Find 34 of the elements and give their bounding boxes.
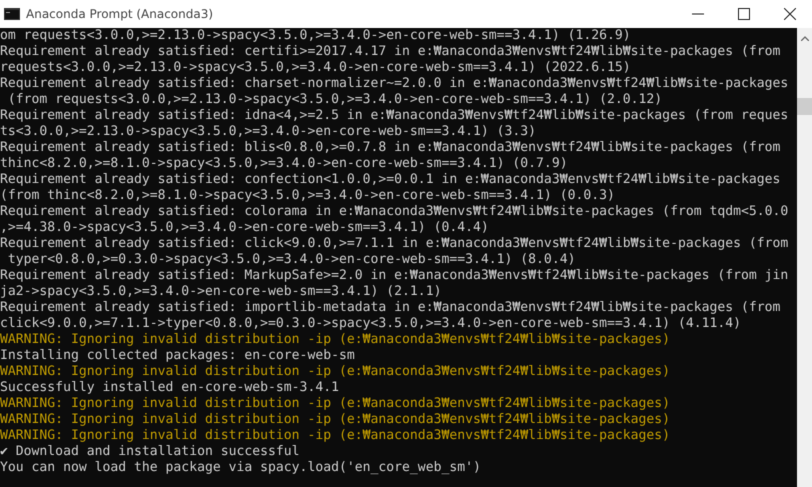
console-line: WARNING: Ignoring invalid distribution -ip (e:₩anaconda3₩envs₩tf24₩lib₩site-packages) <box>0 428 670 444</box>
console-line: typer<0.8.0,>=0.3.0->spacy<3.5.0,>=3.4.0->en-core-web-sm==3.4.1) (8.0.4) <box>6 252 576 268</box>
close-icon[interactable] <box>784 8 796 20</box>
console-line: ✔ Download and installation successful <box>0 444 300 460</box>
console-line: WARNING: Ignoring invalid distribution -ip (e:₩anaconda3₩envs₩tf24₩lib₩site-packages) <box>0 332 670 348</box>
console-line: thinc<8.2.0,>=8.1.0->spacy<3.5.0,>=3.4.0->en-core-web-sm==3.4.1) (0.7.9) <box>0 156 568 172</box>
console-line: click<9.0.0,>=7.1.1->typer<0.8.0,>=0.3.0->spacy<3.5.0,>=3.4.0->en-core-web-sm==3.4.1) (4.11.4) <box>0 316 742 332</box>
console-line: ,>=4.38.0->spacy<3.5.0,>=3.4.0->en-core-web-sm==3.4.1) (0.4.4) <box>0 220 489 236</box>
console-line: Requirement already satisfied: confection<1.0.0,>=0.0.1 in e:₩anaconda3₩envs₩tf24₩lib₩site-packages <box>0 172 780 188</box>
console-app-icon <box>4 8 20 20</box>
console-line: WARNING: Ignoring invalid distribution -ip (e:₩anaconda3₩envs₩tf24₩lib₩site-packages) <box>0 412 670 428</box>
console-line: Requirement already satisfied: certifi>=2017.4.17 in e:₩anaconda3₩envs₩tf24₩lib₩site-packages (from <box>0 44 780 60</box>
console-line: Requirement already satisfied: charset-normalizer~=2.0.0 in e:₩anaconda3₩envs₩tf24₩lib₩site-packages <box>0 76 788 92</box>
scroll-up-icon[interactable] <box>800 36 808 41</box>
console-line: (from requests<3.0.0,>=2.13.0->spacy<3.5.0,>=3.4.0->en-core-web-sm==3.4.1) (2.0.12) <box>6 92 662 108</box>
console-line: ja2->spacy<3.5.0,>=3.4.0->en-core-web-sm==3.4.1) (2.1.1) <box>0 284 442 300</box>
console-line: om requests<3.0.0,>=2.13.0->spacy<3.5.0,>=3.4.0->en-core-web-sm==3.4.1) (1.26.9) <box>0 28 631 44</box>
console-line: WARNING: Ignoring invalid distribution -ip (e:₩anaconda3₩envs₩tf24₩lib₩site-packages) <box>0 396 670 412</box>
console-line: Requirement already satisfied: importlib-metadata in e:₩anaconda3₩envs₩tf24₩lib₩site-packages (from <box>0 300 780 316</box>
console-line: Requirement already satisfied: blis<0.8.0,>=0.7.8 in e:₩anaconda3₩envs₩tf24₩lib₩site-packages (from <box>0 140 780 156</box>
console-line: (from thinc<8.2.0,>=8.1.0->spacy<3.5.0,>=3.4.0->en-core-web-sm==3.4.1) (0.0.3) <box>0 188 615 204</box>
console-line: Installing collected packages: en-core-web-sm <box>0 348 355 364</box>
maximize-icon[interactable] <box>738 8 750 20</box>
window-title: Anaconda Prompt (Anaconda3) <box>26 7 214 21</box>
console-line: Requirement already satisfied: MarkupSafe>=2.0 in e:₩anaconda3₩envs₩tf24₩lib₩site-packages (from jin <box>0 268 788 284</box>
console-line: WARNING: Ignoring invalid distribution -ip (e:₩anaconda3₩envs₩tf24₩lib₩site-packages) <box>0 364 670 380</box>
console-line: Requirement already satisfied: idna<4,>=2.5 in e:₩anaconda3₩envs₩tf24₩lib₩site-packages (from reques <box>0 108 788 124</box>
console-line: Requirement already satisfied: colorama in e:₩anaconda3₩envs₩tf24₩lib₩site-packages (from tqdm<5.0.0 <box>0 204 788 220</box>
scrollbar-thumb[interactable] <box>797 98 812 115</box>
console-line: ts<3.0.0,>=2.13.0->spacy<3.5.0,>=3.4.0->en-core-web-sm==3.4.1) (3.3) <box>0 124 536 140</box>
console-line: requests<3.0.0,>=2.13.0->spacy<3.5.0,>=3.4.0->en-core-web-sm==3.4.1) (2022.6.15) <box>0 60 631 76</box>
console-line: Requirement already satisfied: click<9.0.0,>=7.1.1 in e:₩anaconda3₩envs₩tf24₩lib₩site-packages (from <box>0 236 788 252</box>
console-line: Successfully installed en-core-web-sm-3.4.1 <box>0 380 339 396</box>
console-line: You can now load the package via spacy.load('en_core_web_sm') <box>0 460 481 476</box>
